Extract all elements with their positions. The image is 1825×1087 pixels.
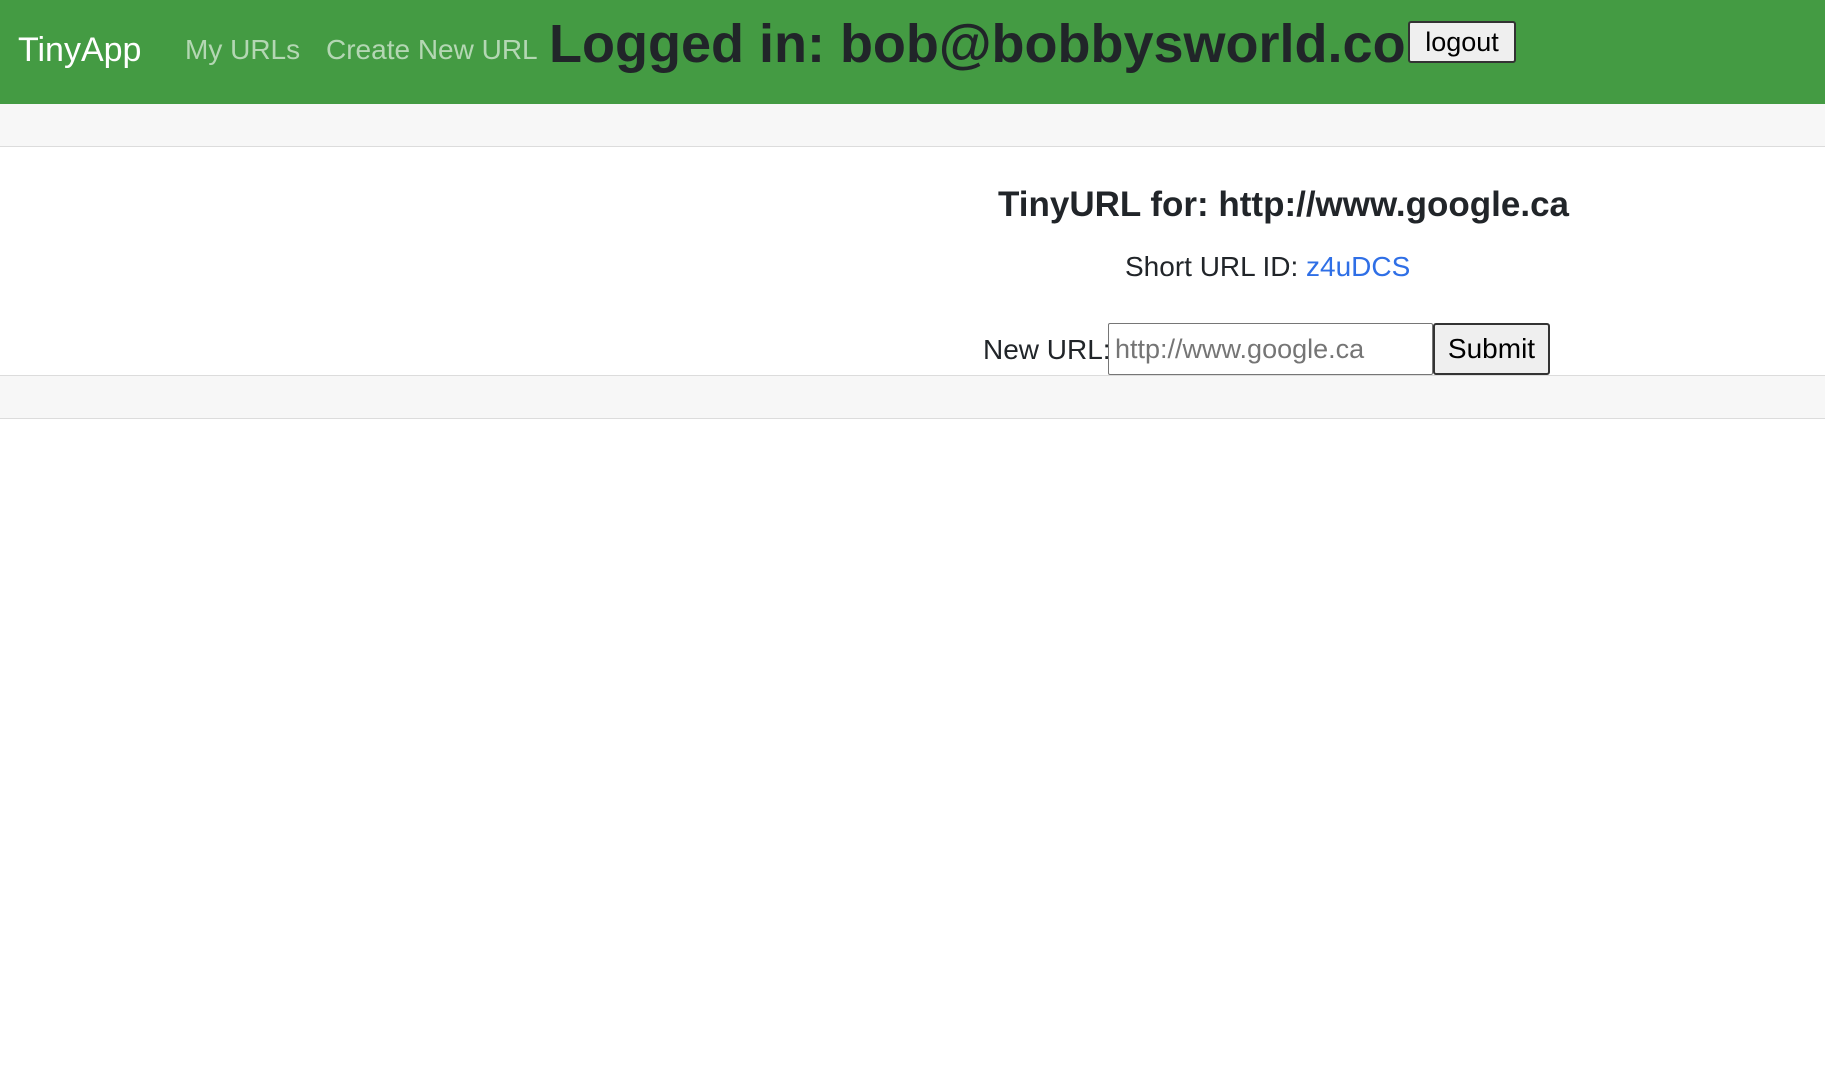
- card-footer: [0, 375, 1825, 419]
- logout-button[interactable]: logout: [1408, 21, 1516, 63]
- card-header: [0, 104, 1825, 147]
- new-url-label: New URL:: [983, 334, 1111, 365]
- short-url-row: Short URL ID: z4uDCS: [1125, 248, 1410, 286]
- brand-link[interactable]: TinyApp: [18, 28, 141, 72]
- new-url-input[interactable]: [1108, 323, 1433, 375]
- user-email: bob@bobbysworld.com: [839, 14, 1454, 74]
- logged-in-prefix: Logged in:: [549, 14, 840, 74]
- short-url-link[interactable]: z4uDCS: [1306, 251, 1410, 282]
- short-url-label: Short URL ID:: [1125, 251, 1307, 282]
- nav-my-urls-link[interactable]: My URLs: [185, 32, 300, 68]
- long-url: http://www.google.ca: [1218, 185, 1570, 224]
- logged-in-status: Logged in: bob@bobbysworld.com: [549, 10, 1454, 78]
- title-prefix: TinyURL for:: [998, 185, 1219, 224]
- submit-button[interactable]: Submit: [1433, 323, 1550, 375]
- page-title: TinyURL for: http://www.google.ca: [998, 182, 1569, 228]
- top-navbar: TinyApp My URLs Create New URL Logged in…: [0, 0, 1825, 104]
- nav-create-new-url-link[interactable]: Create New URL: [326, 32, 538, 68]
